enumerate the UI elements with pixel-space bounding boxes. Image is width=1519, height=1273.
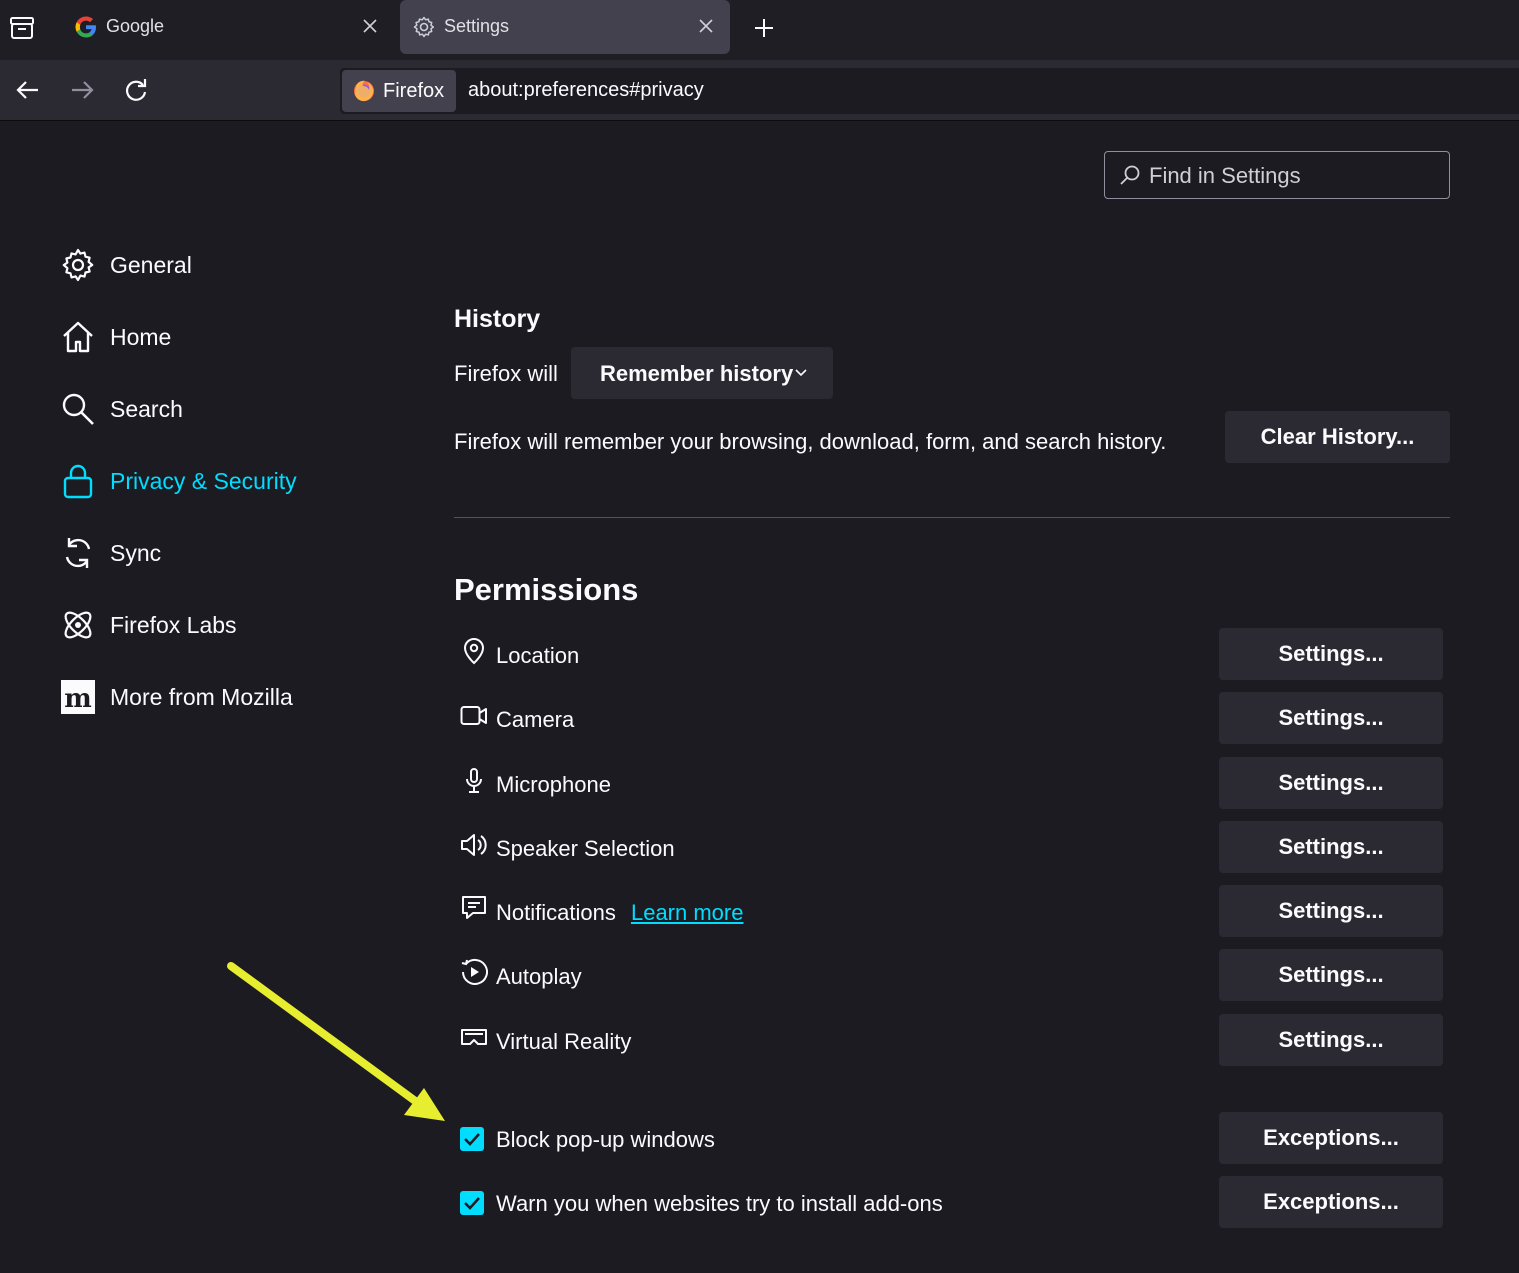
microphone-settings-button[interactable]: Settings... xyxy=(1219,757,1443,809)
permission-label-camera: Camera xyxy=(496,707,575,732)
sidebar-item-label: Sync xyxy=(110,540,162,566)
permission-label-microphone: Microphone xyxy=(496,772,611,797)
find-in-settings[interactable] xyxy=(1104,151,1450,199)
clear-history-button[interactable]: Clear History... xyxy=(1225,411,1450,463)
sidebar-item-sync[interactable]: Sync xyxy=(60,528,360,578)
sidebar-item-label: General xyxy=(110,252,192,278)
chevron-down-icon xyxy=(795,369,807,377)
svg-text:m: m xyxy=(64,684,92,714)
sidebar-item-label: Firefox Labs xyxy=(110,612,237,638)
home-icon xyxy=(60,319,96,355)
permission-label-speaker: Speaker Selection xyxy=(496,836,675,861)
sidebar-item-general[interactable]: General xyxy=(60,240,360,290)
close-icon[interactable] xyxy=(698,18,714,34)
url-text[interactable]: about:preferences#privacy xyxy=(468,79,704,102)
sidebar-item-privacy[interactable]: Privacy & Security xyxy=(60,456,360,506)
tab-title: Google xyxy=(106,16,165,36)
gear-icon xyxy=(412,15,436,39)
notifications-settings-button[interactable]: Settings... xyxy=(1219,885,1443,937)
sidebar-item-label: Privacy & Security xyxy=(110,468,297,494)
history-mode-dropdown[interactable]: Remember history xyxy=(571,347,833,399)
tab-strip: Google Settings xyxy=(0,0,1519,60)
identity-label: Firefox xyxy=(383,80,445,102)
history-description: Firefox will remember your browsing, dow… xyxy=(454,429,1167,454)
google-icon xyxy=(74,15,98,39)
block-popups-checkbox[interactable] xyxy=(460,1127,484,1151)
sync-icon xyxy=(60,535,96,571)
permission-label-autoplay: Autoplay xyxy=(496,964,582,989)
speaker-settings-button[interactable]: Settings... xyxy=(1219,821,1443,873)
search-icon xyxy=(1119,164,1141,186)
back-icon[interactable] xyxy=(14,76,42,104)
sidebar-item-label: Search xyxy=(110,396,183,422)
permissions-heading: Permissions xyxy=(454,572,639,607)
location-icon xyxy=(460,637,488,665)
location-settings-button[interactable]: Settings... xyxy=(1219,628,1443,680)
autoplay-icon xyxy=(460,958,488,986)
identity-box[interactable]: Firefox xyxy=(342,70,456,112)
tab-google[interactable]: Google xyxy=(62,0,394,54)
warn-addons-label[interactable]: Warn you when websites try to install ad… xyxy=(496,1191,943,1217)
firefox-will-label: Firefox will xyxy=(454,361,558,386)
history-mode-value: Remember history xyxy=(600,361,794,386)
sidebar-item-more-from-mozilla[interactable]: m More from Mozilla xyxy=(60,672,360,722)
forward-icon[interactable] xyxy=(68,76,96,104)
sidebar-item-firefox-labs[interactable]: Firefox Labs xyxy=(60,600,360,650)
microphone-icon xyxy=(460,767,488,795)
labs-icon xyxy=(60,607,96,643)
camera-icon xyxy=(460,702,488,730)
tab-settings[interactable]: Settings xyxy=(400,0,730,54)
learn-more-link[interactable]: Learn more xyxy=(631,900,744,925)
addons-exceptions-button[interactable]: Exceptions... xyxy=(1219,1176,1443,1228)
section-divider xyxy=(454,517,1450,518)
sidebar-item-label: More from Mozilla xyxy=(110,684,293,710)
search-icon xyxy=(60,391,96,427)
lock-icon xyxy=(60,463,96,499)
permission-label-notifications: Notifications Learn more xyxy=(496,900,743,926)
list-all-tabs-icon[interactable] xyxy=(8,14,36,42)
autoplay-settings-button[interactable]: Settings... xyxy=(1219,949,1443,1001)
tab-title: Settings xyxy=(444,16,510,36)
firefox-logo-icon xyxy=(352,78,376,102)
warn-addons-checkbox[interactable] xyxy=(460,1191,484,1215)
notification-icon xyxy=(460,894,488,922)
vr-icon xyxy=(460,1024,488,1052)
speaker-icon xyxy=(460,831,488,859)
permission-label-vr: Virtual Reality xyxy=(496,1029,632,1054)
camera-settings-button[interactable]: Settings... xyxy=(1219,692,1443,744)
close-icon[interactable] xyxy=(362,18,378,34)
history-heading: History xyxy=(454,305,541,333)
reload-icon[interactable] xyxy=(122,76,150,104)
popup-exceptions-button[interactable]: Exceptions... xyxy=(1219,1112,1443,1164)
block-popups-label[interactable]: Block pop-up windows xyxy=(496,1127,715,1153)
mozilla-icon: m xyxy=(60,679,96,715)
permission-label-location: Location xyxy=(496,643,580,668)
sidebar-item-home[interactable]: Home xyxy=(60,312,360,362)
gear-icon xyxy=(60,247,96,283)
vr-settings-button[interactable]: Settings... xyxy=(1219,1014,1443,1066)
search-input[interactable] xyxy=(1147,160,1441,192)
notifications-label: Notifications xyxy=(496,900,616,925)
new-tab-icon[interactable] xyxy=(752,16,776,40)
sidebar-item-label: Home xyxy=(110,324,172,350)
sidebar-item-search[interactable]: Search xyxy=(60,384,360,434)
